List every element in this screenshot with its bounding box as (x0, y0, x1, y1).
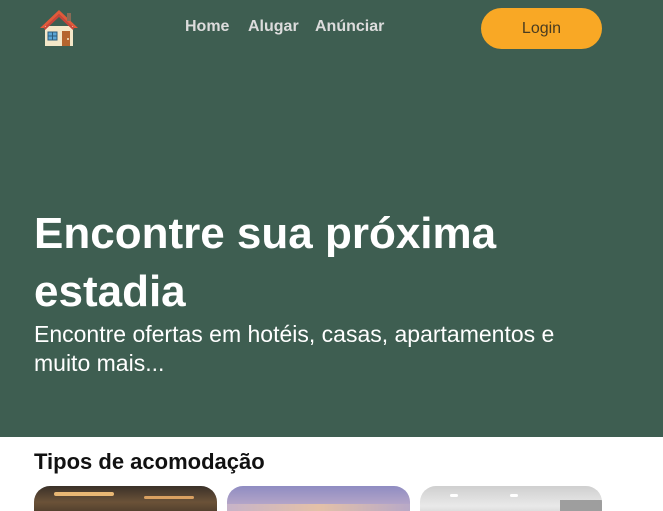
ceiling-light (144, 496, 194, 499)
hero-subtitle: Encontre ofertas em hotéis, casas, apart… (34, 321, 555, 376)
hero-title: Encontre sua próxima estadia (34, 209, 497, 316)
login-button[interactable]: Login (481, 8, 602, 49)
accommodation-types-title: Tipos de acomodação (34, 449, 265, 474)
ceiling-light (450, 494, 458, 497)
sky-gradient (227, 504, 410, 511)
wall-shadow (560, 500, 602, 511)
nav-home-link[interactable]: Home (185, 18, 229, 36)
accommodation-card-image[interactable] (227, 486, 410, 511)
accommodation-card-image[interactable] (420, 486, 602, 511)
nav-rent-link[interactable]: Alugar (248, 18, 299, 36)
ceiling-light (510, 494, 518, 497)
ceiling-light (54, 492, 114, 496)
accommodation-card-image[interactable] (34, 486, 217, 511)
nav-advertise-link[interactable]: Anúnciar (315, 18, 384, 36)
